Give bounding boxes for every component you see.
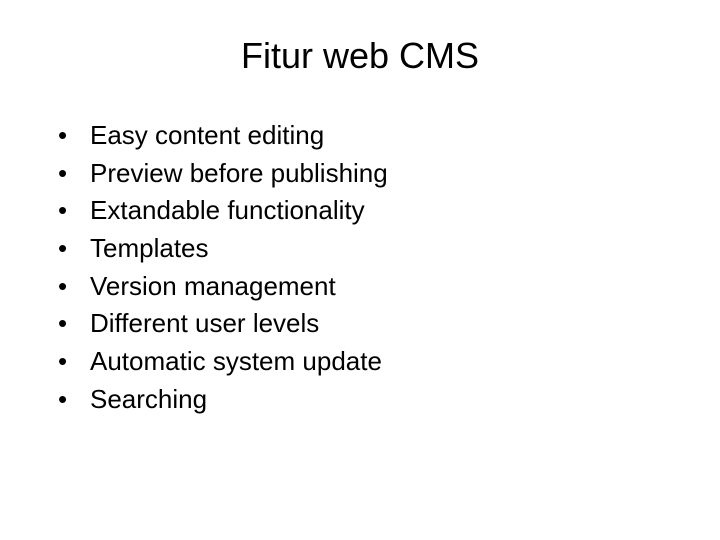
list-item: Preview before publishing [58,155,670,193]
list-item: Searching [58,381,670,419]
list-item: Different user levels [58,305,670,343]
slide-title: Fitur web CMS [50,35,670,77]
bullet-list: Easy content editing Preview before publ… [50,117,670,419]
list-item: Easy content editing [58,117,670,155]
list-item: Templates [58,230,670,268]
slide: Fitur web CMS Easy content editing Previ… [0,0,720,540]
list-item: Version management [58,268,670,306]
list-item: Automatic system update [58,343,670,381]
list-item: Extandable functionality [58,192,670,230]
